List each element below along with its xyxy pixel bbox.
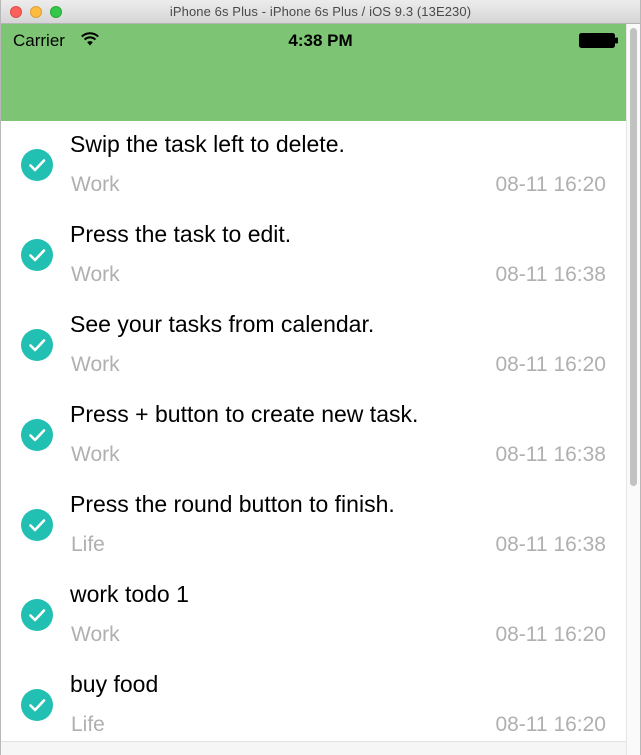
task-category: Work — [71, 623, 120, 646]
task-time: 08-11 16:20 — [495, 353, 606, 376]
task-row[interactable]: work todo 1 Work 08-11 16:20 — [1, 571, 626, 661]
task-category: Life — [71, 713, 105, 736]
checkmark-icon — [29, 339, 46, 352]
complete-task-button[interactable] — [21, 689, 53, 721]
complete-task-button[interactable] — [21, 419, 53, 451]
simulator-window: iPhone 6s Plus - iPhone 6s Plus / iOS 9.… — [0, 0, 641, 755]
navigation-bar: Carrier 4:38 PM — [1, 24, 640, 121]
complete-task-button[interactable] — [21, 509, 53, 541]
task-title: work todo 1 — [70, 581, 189, 607]
task-category: Work — [71, 173, 120, 196]
window-bottom-edge — [1, 741, 626, 755]
checkmark-icon — [29, 699, 46, 712]
complete-task-button[interactable] — [21, 599, 53, 631]
task-time: 08-11 16:20 — [495, 173, 606, 196]
complete-task-button[interactable] — [21, 239, 53, 271]
task-title: Swip the task left to delete. — [70, 131, 345, 157]
task-row[interactable]: Swip the task left to delete. Work 08-11 1… — [1, 121, 626, 211]
battery-icon — [579, 33, 618, 48]
complete-task-button[interactable] — [21, 149, 53, 181]
task-time: 08-11 16:20 — [495, 623, 606, 646]
task-title: buy food — [70, 671, 159, 697]
status-time: 4:38 PM — [288, 31, 353, 50]
window-titlebar[interactable]: iPhone 6s Plus - iPhone 6s Plus / iOS 9.… — [1, 0, 640, 24]
task-title: Press the round button to finish. — [70, 491, 395, 517]
task-list[interactable]: Swip the task left to delete. Work 08-11 1… — [1, 121, 626, 755]
checkmark-icon — [29, 429, 46, 442]
checkmark-icon — [29, 609, 46, 622]
scrollbar-track[interactable] — [626, 24, 640, 755]
window-title: iPhone 6s Plus - iPhone 6s Plus / iOS 9.… — [169, 4, 472, 19]
task-row[interactable]: Press + button to create new task. Work 08… — [1, 391, 626, 481]
task-time: 08-11 16:38 — [495, 263, 606, 286]
task-category: Work — [71, 353, 120, 376]
task-title: See your tasks from calendar. — [70, 311, 375, 337]
complete-task-button[interactable] — [21, 329, 53, 361]
checkmark-icon — [29, 519, 46, 532]
task-title: Press the task to edit. — [70, 221, 292, 247]
task-time: 08-11 16:20 — [495, 713, 606, 736]
task-time: 08-11 16:38 — [495, 533, 606, 556]
scrollbar-thumb[interactable] — [630, 28, 637, 486]
task-title: Press + button to create new task. — [70, 401, 419, 427]
task-category: Life — [71, 533, 105, 556]
task-time: 08-11 16:38 — [495, 443, 606, 466]
checkmark-icon — [29, 249, 46, 262]
task-row[interactable]: Press the round button to finish. Life 08-… — [1, 481, 626, 571]
task-row[interactable]: See your tasks from calendar. Work 08-11 1… — [1, 301, 626, 391]
task-row[interactable]: buy food Life 08-11 16:20 — [1, 661, 626, 751]
task-category: Work — [71, 443, 120, 466]
checkmark-icon — [29, 159, 46, 172]
task-category: Work — [71, 263, 120, 286]
task-row[interactable]: Press the task to edit. Work 08-11 16:38 — [1, 211, 626, 301]
